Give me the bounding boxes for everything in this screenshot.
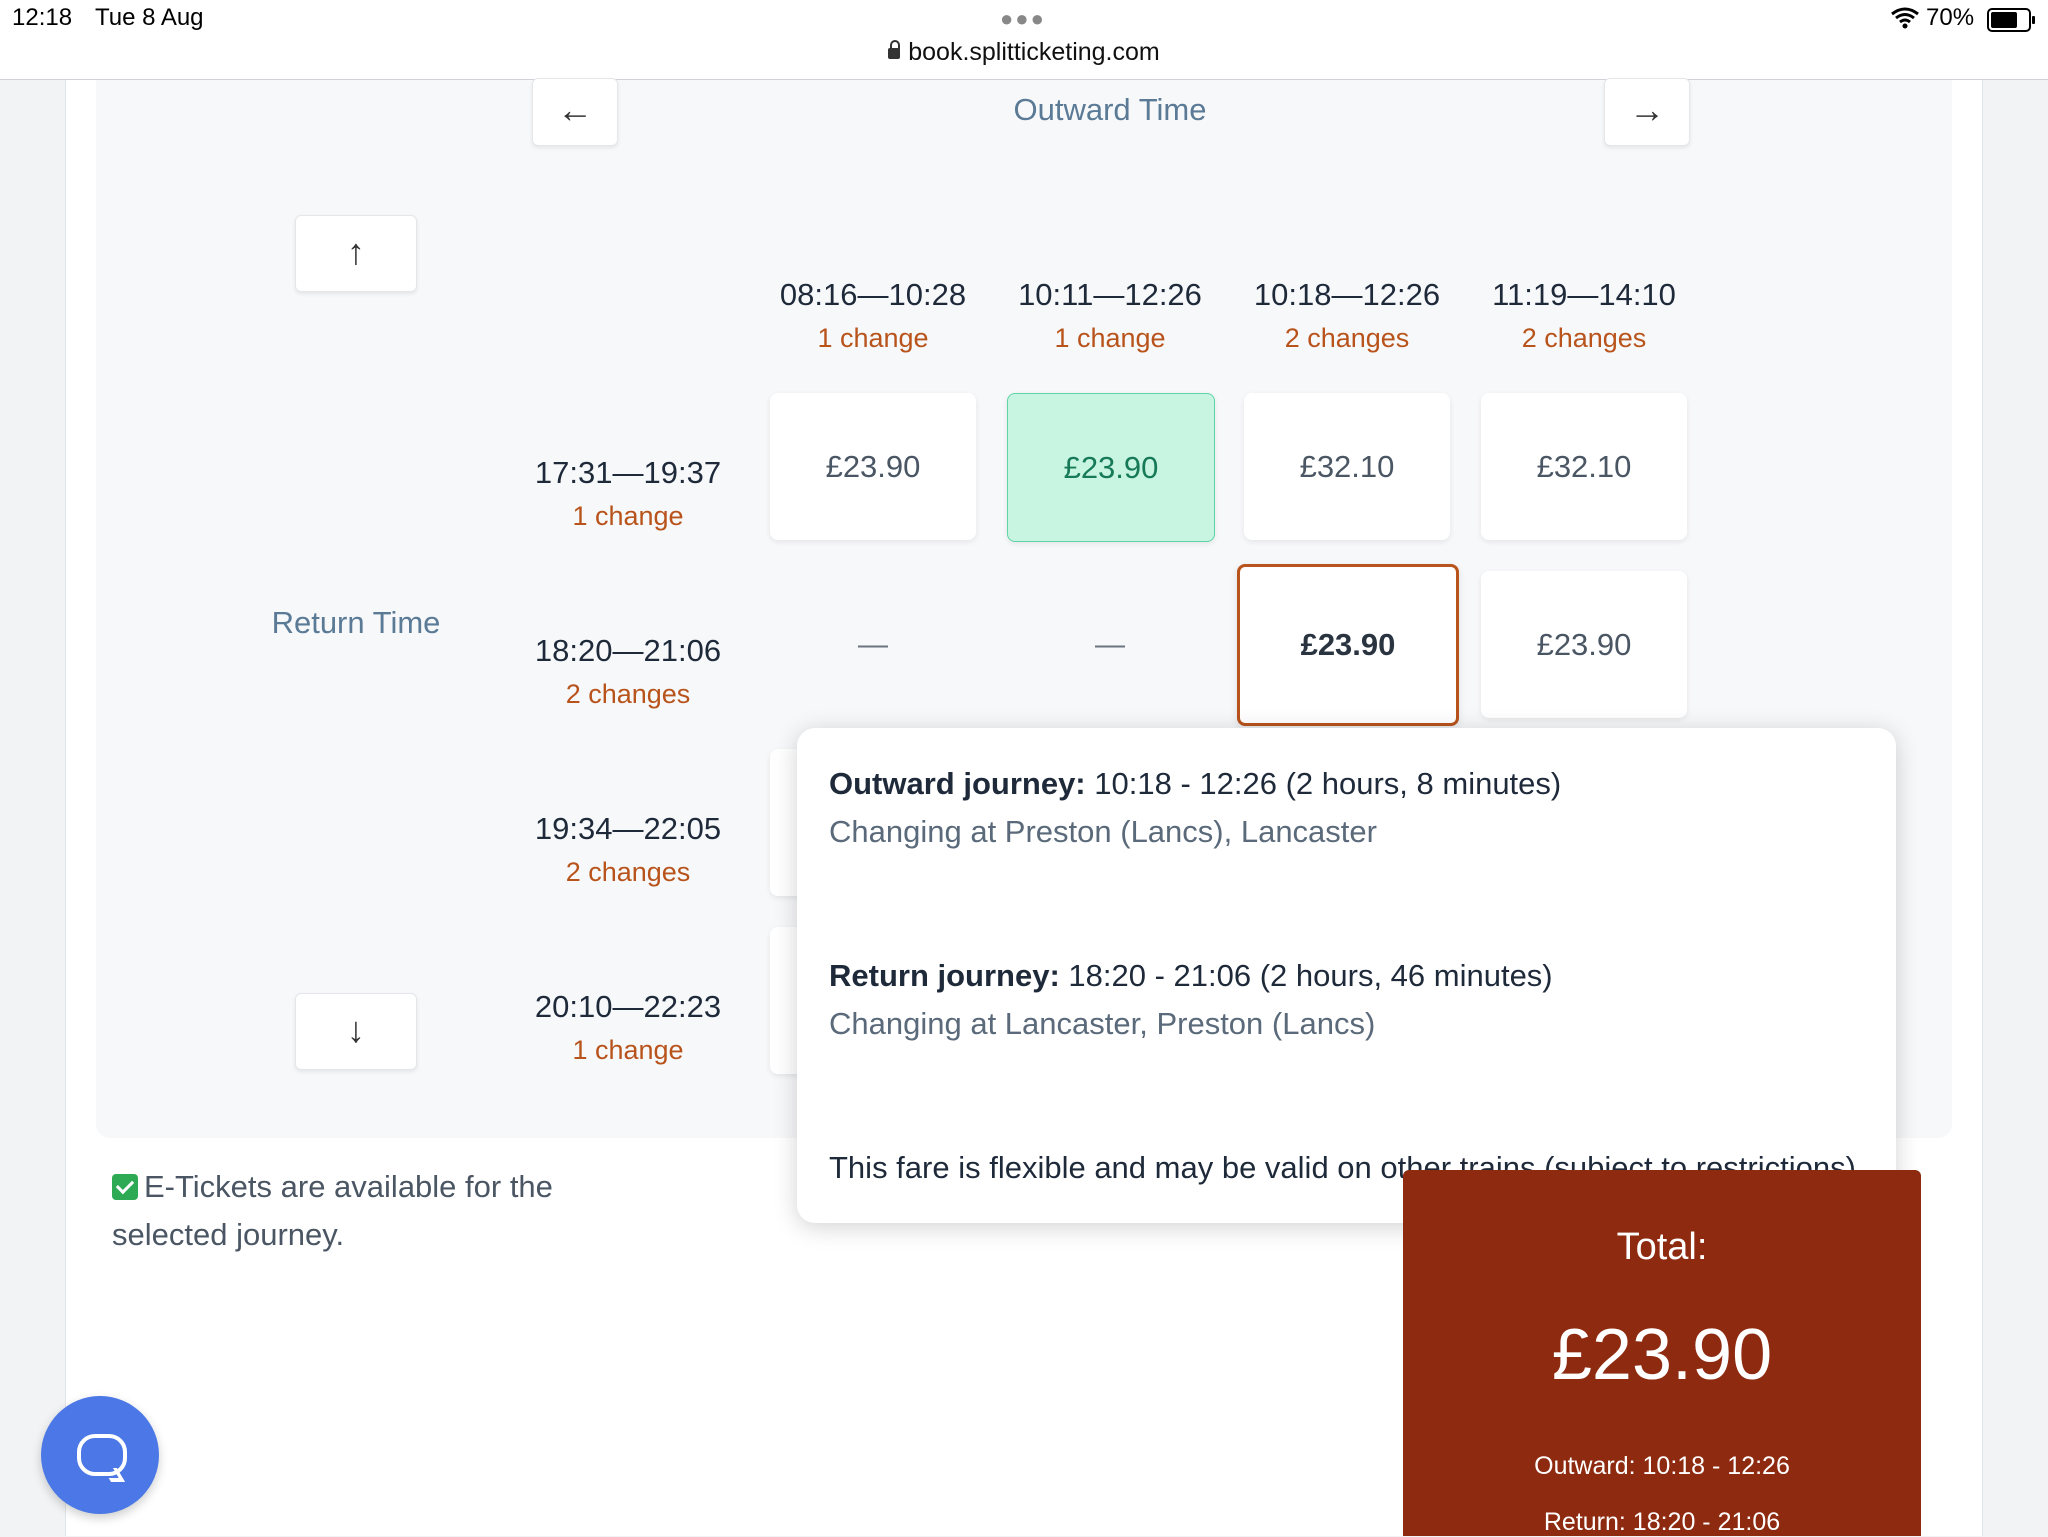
outward-time-title: Outward Time: [1013, 92, 1207, 127]
fare-cell[interactable]: £23.90: [1481, 571, 1687, 718]
fare-cell[interactable]: £23.90: [770, 393, 976, 540]
outward-time: 10:18—12:26: [1253, 277, 1441, 312]
return-time: 19:34—22:05: [534, 811, 722, 846]
return-time-title: Return Time: [271, 605, 441, 640]
chat-icon: [77, 1434, 127, 1476]
fare-unavailable: —: [858, 627, 888, 661]
outward-column-1: 08:16—10:28 1 change: [755, 277, 991, 354]
return-time: 18:20—21:06: [534, 633, 722, 668]
total-return: Return: 18:20 - 21:06: [1543, 1508, 1781, 1536]
battery-percent: 70%: [1926, 4, 1975, 31]
next-outward-button[interactable]: →: [1604, 78, 1690, 146]
journey-tooltip: Outward journey: 10:18 - 12:26 (2 hours,…: [797, 728, 1896, 1223]
outward-column-3: 10:18—12:26 2 changes: [1229, 277, 1465, 354]
outward-changes: 1 change: [817, 323, 929, 353]
chat-button[interactable]: [41, 1396, 159, 1514]
wifi-icon: [1891, 7, 1919, 29]
tooltip-outward-changes: Changing at Preston (Lancs), Lancaster: [829, 814, 1377, 849]
outward-time: 08:16—10:28: [779, 277, 967, 312]
return-row-2: 18:20—21:06 2 changes: [505, 633, 751, 710]
fare-cell-cheapest[interactable]: £23.90: [1007, 393, 1215, 542]
status-bar: 12:18 Tue 8 Aug ●●● book.splitticketing.…: [0, 0, 2048, 80]
tooltip-outward-line: Outward journey: 10:18 - 12:26 (2 hours,…: [829, 766, 1562, 801]
outward-column-2: 10:11—12:26 1 change: [992, 277, 1228, 354]
prev-outward-button[interactable]: ←: [532, 78, 618, 146]
tooltip-return-changes: Changing at Lancaster, Preston (Lancs): [829, 1006, 1376, 1041]
url-text: book.splitticketing.com: [908, 38, 1160, 66]
total-panel: Total: £23.90 Outward: 10:18 - 12:26 Ret…: [1403, 1170, 1921, 1536]
arrow-right-icon: →: [1629, 89, 1665, 130]
outward-time: 11:19—14:10: [1492, 277, 1676, 312]
outward-column-4: 11:19—14:10 2 changes: [1466, 277, 1702, 354]
return-row-4: 20:10—22:23 1 change: [505, 989, 751, 1066]
outward-changes: 2 changes: [1521, 323, 1647, 353]
prev-return-button[interactable]: ↑: [295, 215, 417, 292]
return-changes: 2 changes: [565, 679, 691, 709]
total-label: Total:: [1616, 1226, 1708, 1268]
eticket-note: E-Tickets are available for the selected…: [112, 1169, 553, 1252]
return-row-1: 17:31—19:37 1 change: [505, 455, 751, 532]
more-dots-icon[interactable]: ●●●: [1000, 6, 1046, 32]
lock-icon: [888, 40, 901, 59]
arrow-left-icon: ←: [557, 89, 593, 130]
arrow-down-icon: ↓: [347, 1009, 365, 1050]
fare-unavailable: —: [1095, 627, 1125, 661]
outward-time: 10:11—12:26: [1018, 277, 1202, 312]
return-time: 17:31—19:37: [534, 455, 722, 490]
status-date: Tue 8 Aug: [95, 4, 204, 31]
return-changes: 2 changes: [565, 857, 691, 887]
return-changes: 1 change: [572, 501, 684, 531]
arrow-up-icon: ↑: [347, 231, 365, 272]
total-amount: £23.90: [1551, 1315, 1773, 1395]
checkbox-icon: [112, 1174, 138, 1200]
url-bar[interactable]: book.splitticketing.com: [0, 38, 2048, 67]
total-outward: Outward: 10:18 - 12:26: [1534, 1452, 1790, 1480]
fare-cell-selected[interactable]: £23.90: [1237, 564, 1459, 726]
return-row-3: 19:34—22:05 2 changes: [505, 811, 751, 888]
return-changes: 1 change: [572, 1035, 684, 1065]
return-time: 20:10—22:23: [534, 989, 722, 1024]
outward-changes: 2 changes: [1284, 323, 1410, 353]
status-time: 12:18: [12, 4, 73, 31]
next-return-button[interactable]: ↓: [295, 993, 417, 1070]
outward-changes: 1 change: [1054, 323, 1166, 353]
fare-cell[interactable]: £32.10: [1481, 393, 1687, 540]
fare-cell[interactable]: £32.10: [1244, 393, 1450, 540]
tooltip-return-line: Return journey: 18:20 - 21:06 (2 hours, …: [829, 958, 1553, 993]
battery-icon: [1987, 8, 2035, 32]
